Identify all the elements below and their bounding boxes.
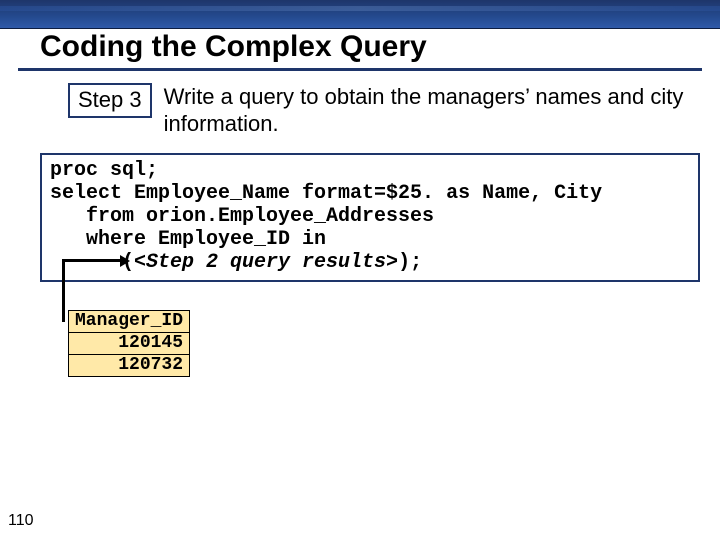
step-description: Write a query to obtain the managers’ na… (164, 83, 684, 137)
header-stripe (0, 6, 720, 11)
code-line-5c: ); (398, 251, 422, 274)
code-line-1: proc sql; (50, 159, 158, 182)
title-underline (18, 68, 702, 71)
slide-title: Coding the Complex Query (40, 30, 427, 64)
step-badge: Step 3 (68, 83, 152, 118)
table-row: 120145 (69, 333, 190, 355)
code-line-2: select Employee_Name format=$25. as Name… (50, 182, 602, 205)
page-number: 110 (8, 512, 34, 530)
header-banner (0, 0, 720, 29)
code-line-3: from orion.Employee_Addresses (50, 205, 434, 228)
manager-id-table: Manager_ID 120145 120732 (68, 310, 190, 377)
code-line-5a: ( (50, 251, 134, 274)
table-row: 120732 (69, 355, 190, 377)
code-block: proc sql; select Employee_Name format=$2… (40, 153, 700, 282)
table-header: Manager_ID (69, 311, 190, 333)
code-placeholder: <Step 2 query results> (134, 251, 398, 274)
code-line-4: where Employee_ID in (50, 228, 326, 251)
step-row: Step 3 Write a query to obtain the manag… (68, 83, 684, 137)
